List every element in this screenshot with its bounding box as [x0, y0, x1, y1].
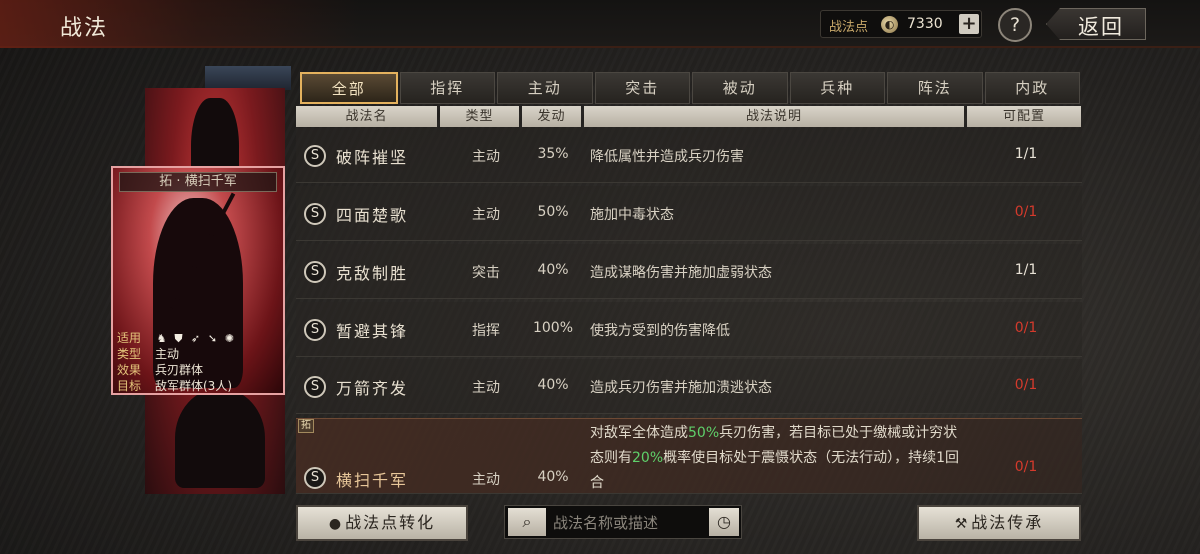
tactic-name: 暂避其锋 — [336, 322, 409, 341]
tactic-name: 横扫千军 — [336, 471, 409, 490]
tactic-points-display: 战法点 ◐ 7330 + — [820, 10, 982, 38]
clock-icon[interactable]: ◷ — [709, 508, 739, 536]
tactic-name: 万箭齐发 — [336, 379, 409, 398]
table-row[interactable]: S 破阵摧坚 主动 35% 降低属性并造成兵刃伤害 1/1 — [296, 128, 1082, 183]
coin-icon: ● — [328, 516, 344, 532]
tactic-rate: 40% — [537, 469, 569, 485]
suit-key: 适用 — [117, 331, 142, 345]
tactic-rate: 50% — [537, 204, 569, 220]
points-label: 战法点 — [829, 20, 869, 35]
type-key: 类型 — [117, 347, 142, 361]
tactic-name: 破阵摧坚 — [336, 148, 409, 167]
tab-internal[interactable]: 内政 — [984, 72, 1080, 104]
tactic-rate: 40% — [537, 377, 569, 393]
tactic-type: 主动 — [472, 380, 500, 396]
col-name: 战法名 — [296, 106, 437, 127]
siege-icon: ✺ — [224, 331, 235, 345]
tactic-count: 1/1 — [1014, 146, 1038, 162]
hammer-icon: ⚒ — [954, 516, 970, 532]
convert-points-button[interactable]: ● 战法点转化 — [296, 505, 468, 541]
grade-badge: S — [304, 376, 326, 398]
table-row[interactable]: S 克敌制胜 突击 40% 造成谋略伤害并施加虚弱状态 1/1 — [296, 244, 1082, 299]
category-tabs: 全部 指挥 主动 突击 被动 兵种 阵法 内政 — [300, 72, 1080, 106]
tactic-type: 主动 — [472, 149, 500, 165]
table-row-selected[interactable]: 拓 S 横扫千军 主动 40% 对敌军全体造成50%兵刃伤害，若目标已处于缴械或… — [296, 418, 1082, 494]
tactic-type: 主动 — [472, 207, 500, 223]
inherit-label: 战法传承 — [971, 513, 1044, 532]
bow-icon: ➶ — [190, 331, 201, 345]
grade-badge: S — [304, 145, 326, 167]
tab-command[interactable]: 指挥 — [399, 72, 495, 104]
card-title: 拓 · 横扫千军 — [119, 172, 277, 192]
table-header: 战法名 类型 发动 战法说明 可配置 — [296, 106, 1082, 128]
tactic-count: 0/1 — [1014, 320, 1038, 336]
effect-value: 兵刃群体 — [155, 363, 204, 377]
desc-highlight: 20% — [632, 450, 664, 466]
page-title: 战法 — [60, 16, 109, 41]
grade-badge: S — [304, 319, 326, 341]
top-bar: 战法 战法点 ◐ 7330 + ? 返回 — [0, 0, 1200, 48]
tactic-count: 0/1 — [1014, 204, 1038, 220]
tactic-desc: 降低属性并造成兵刃伤害 — [590, 149, 744, 165]
tactic-type: 指挥 — [472, 323, 500, 339]
col-type: 类型 — [440, 106, 519, 127]
tactic-desc: 施加中毒状态 — [590, 207, 674, 223]
tactic-rate: 40% — [537, 262, 569, 278]
tactic-desc-detailed: 对敌军全体造成50%兵刃伤害，若目标已处于缴械或计穷状态则有20%概率使目标处于… — [590, 421, 970, 494]
desc-highlight: 50% — [688, 425, 720, 441]
cavalry-icon: ♞ — [156, 331, 167, 345]
tactic-desc: 造成谋略伤害并施加虚弱状态 — [590, 265, 772, 281]
grade-badge: S — [304, 203, 326, 225]
tactic-desc: 造成兵刃伤害并施加溃逃状态 — [590, 380, 772, 396]
tactic-rate: 100% — [532, 320, 574, 336]
grade-badge: S — [304, 467, 326, 489]
tactic-type: 主动 — [472, 472, 500, 488]
tab-formation[interactable]: 阵法 — [887, 72, 983, 104]
tactic-name: 四面楚歌 — [336, 206, 409, 225]
effect-key: 效果 — [117, 363, 142, 377]
character-art-top-strip — [205, 66, 291, 90]
tab-all[interactable]: 全部 — [300, 72, 398, 104]
type-value: 主动 — [155, 347, 180, 361]
tab-assault[interactable]: 突击 — [594, 72, 690, 104]
tactic-name: 克敌制胜 — [336, 264, 409, 283]
tactic-card: 拓 · 横扫千军 适用 ♞ ⛊ ➶ ➘ ✺ 类型 主动 效果 兵刃群体 目标 敌… — [111, 166, 285, 395]
search-input[interactable] — [553, 513, 703, 533]
expansion-tag: 拓 — [298, 419, 314, 433]
tactic-desc: 使我方受到的伤害降低 — [590, 323, 730, 339]
search-icon[interactable]: ⌕ — [508, 508, 546, 536]
col-desc: 战法说明 — [584, 106, 964, 127]
table-row[interactable]: S 暂避其锋 指挥 100% 使我方受到的伤害降低 0/1 — [296, 302, 1082, 357]
tab-active[interactable]: 主动 — [497, 72, 593, 104]
tactic-list: S 破阵摧坚 主动 35% 降低属性并造成兵刃伤害 1/1 S 四面楚歌 主动 … — [296, 128, 1082, 494]
add-points-button[interactable]: + — [959, 14, 979, 34]
col-rate: 发动 — [522, 106, 581, 127]
compass-coin-icon: ◐ — [881, 16, 898, 33]
table-row[interactable]: S 四面楚歌 主动 50% 施加中毒状态 0/1 — [296, 186, 1082, 241]
convert-label: 战法点转化 — [345, 513, 436, 532]
tactic-count: 1/1 — [1014, 262, 1038, 278]
target-value: 敌军群体(3人) — [155, 379, 232, 393]
card-info: 适用 ♞ ⛊ ➶ ➘ ✺ 类型 主动 效果 兵刃群体 目标 敌军群体(3人) — [117, 330, 281, 393]
table-row[interactable]: S 万箭齐发 主动 40% 造成兵刃伤害并施加溃逃状态 0/1 — [296, 359, 1082, 414]
tab-troop[interactable]: 兵种 — [789, 72, 885, 104]
back-button-label[interactable]: 返回 — [1078, 11, 1124, 41]
shield-icon: ⛊ — [174, 331, 183, 345]
inherit-tactic-button[interactable]: ⚒ 战法传承 — [917, 505, 1081, 541]
tab-passive[interactable]: 被动 — [692, 72, 788, 104]
tactic-count: 0/1 — [1014, 377, 1038, 393]
tactic-rate: 35% — [537, 146, 569, 162]
tactic-count: 0/1 — [1014, 459, 1038, 475]
help-button[interactable]: ? — [998, 8, 1032, 42]
spear-icon: ➘ — [207, 331, 218, 345]
desc-part: 对敌军全体造成 — [590, 425, 688, 441]
target-key: 目标 — [117, 379, 142, 393]
col-count: 可配置 — [967, 106, 1081, 127]
points-value: 7330 — [907, 16, 943, 32]
unit-type-icons: ♞ ⛊ ➶ ➘ ✺ — [155, 330, 236, 346]
grade-badge: S — [304, 261, 326, 283]
tactic-type: 突击 — [472, 265, 500, 281]
search-bar: ⌕ ◷ — [504, 505, 742, 539]
